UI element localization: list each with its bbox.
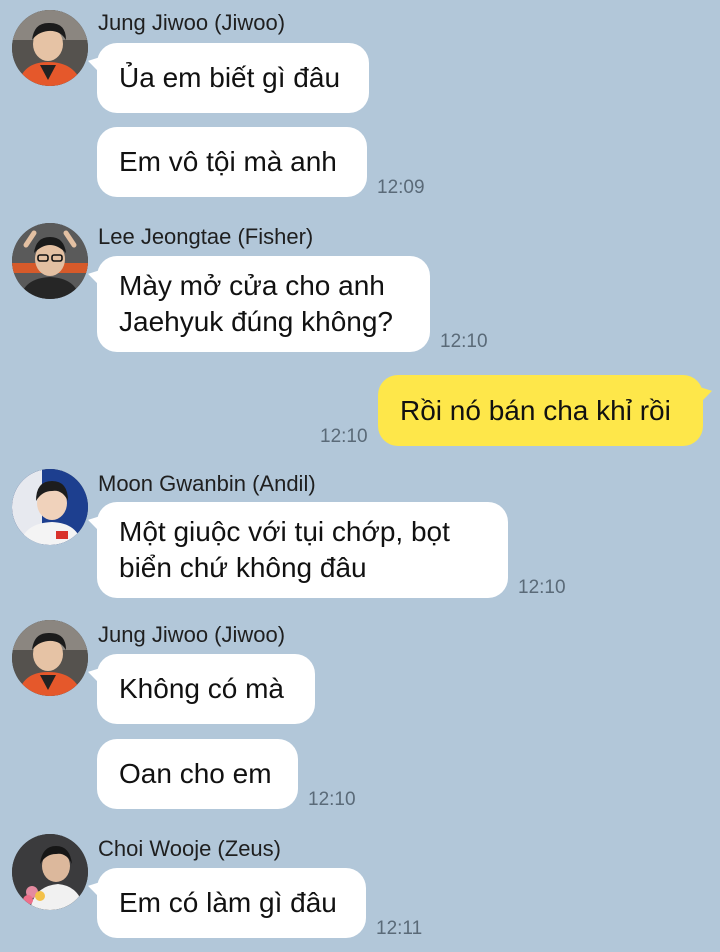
my-message-bubble[interactable]: Rồi nó bán cha khỉ rồi	[378, 375, 703, 446]
message-timestamp: 12:10	[440, 331, 488, 352]
message-timestamp: 12:09	[377, 177, 425, 198]
message-bubble[interactable]: Em có làm gì đâu	[97, 868, 366, 938]
message-bubble[interactable]: Mày mở cửa cho anh Jaehyuk đúng không?	[97, 256, 430, 352]
message-text: biển chứ không đâu	[119, 552, 367, 583]
message-timestamp: 12:10	[320, 426, 368, 447]
message-text: Em có làm gì đâu	[119, 887, 337, 918]
message-timestamp: 12:10	[308, 789, 356, 810]
message-bubble[interactable]: Không có mà	[97, 654, 315, 724]
avatar-lee-jeongtae[interactable]	[12, 223, 88, 299]
person-flowers-avatar	[12, 834, 88, 910]
message-bubble[interactable]: Một giuộc với tụi chớp, bọt biển chứ khô…	[97, 502, 508, 598]
sender-name: Jung Jiwoo (Jiwoo)	[98, 10, 286, 35]
sender-name: Choi Wooje (Zeus)	[98, 836, 281, 861]
message-text: Không có mà	[119, 673, 284, 704]
message-text: Em vô tội mà anh	[119, 146, 337, 177]
message-text: Ủa em biết gì đâu	[119, 62, 341, 93]
message-bubble[interactable]: Ủa em biết gì đâu	[97, 43, 369, 113]
message-bubble[interactable]: Em vô tội mà anh	[97, 127, 367, 197]
message-text: Jaehyuk đúng không?	[119, 306, 393, 337]
person-orange-jersey-avatar	[12, 10, 88, 86]
message-text: Rồi nó bán cha khỉ rồi	[400, 394, 671, 426]
message-text: Oan cho em	[119, 758, 272, 789]
message-bubble[interactable]: Oan cho em	[97, 739, 298, 809]
person-glasses-avatar	[12, 223, 88, 299]
avatar-moon-gwanbin[interactable]	[12, 469, 88, 545]
message-text: Mày mở cửa cho anh	[119, 270, 385, 301]
avatar-jung-jiwoo[interactable]	[12, 10, 88, 86]
avatar-choi-wooje[interactable]	[12, 834, 88, 910]
sender-name: Moon Gwanbin (Andil)	[98, 471, 316, 496]
message-timestamp: 12:11	[376, 918, 423, 939]
message-timestamp: 12:10	[518, 577, 566, 598]
sender-name: Jung Jiwoo (Jiwoo)	[98, 622, 286, 647]
message-text: Một giuộc với tụi chớp, bọt	[119, 516, 450, 547]
sender-name: Lee Jeongtae (Fisher)	[98, 224, 314, 249]
avatar-jung-jiwoo[interactable]	[12, 620, 88, 696]
person-white-jersey-avatar	[12, 469, 88, 545]
person-orange-jersey-avatar	[12, 620, 88, 696]
